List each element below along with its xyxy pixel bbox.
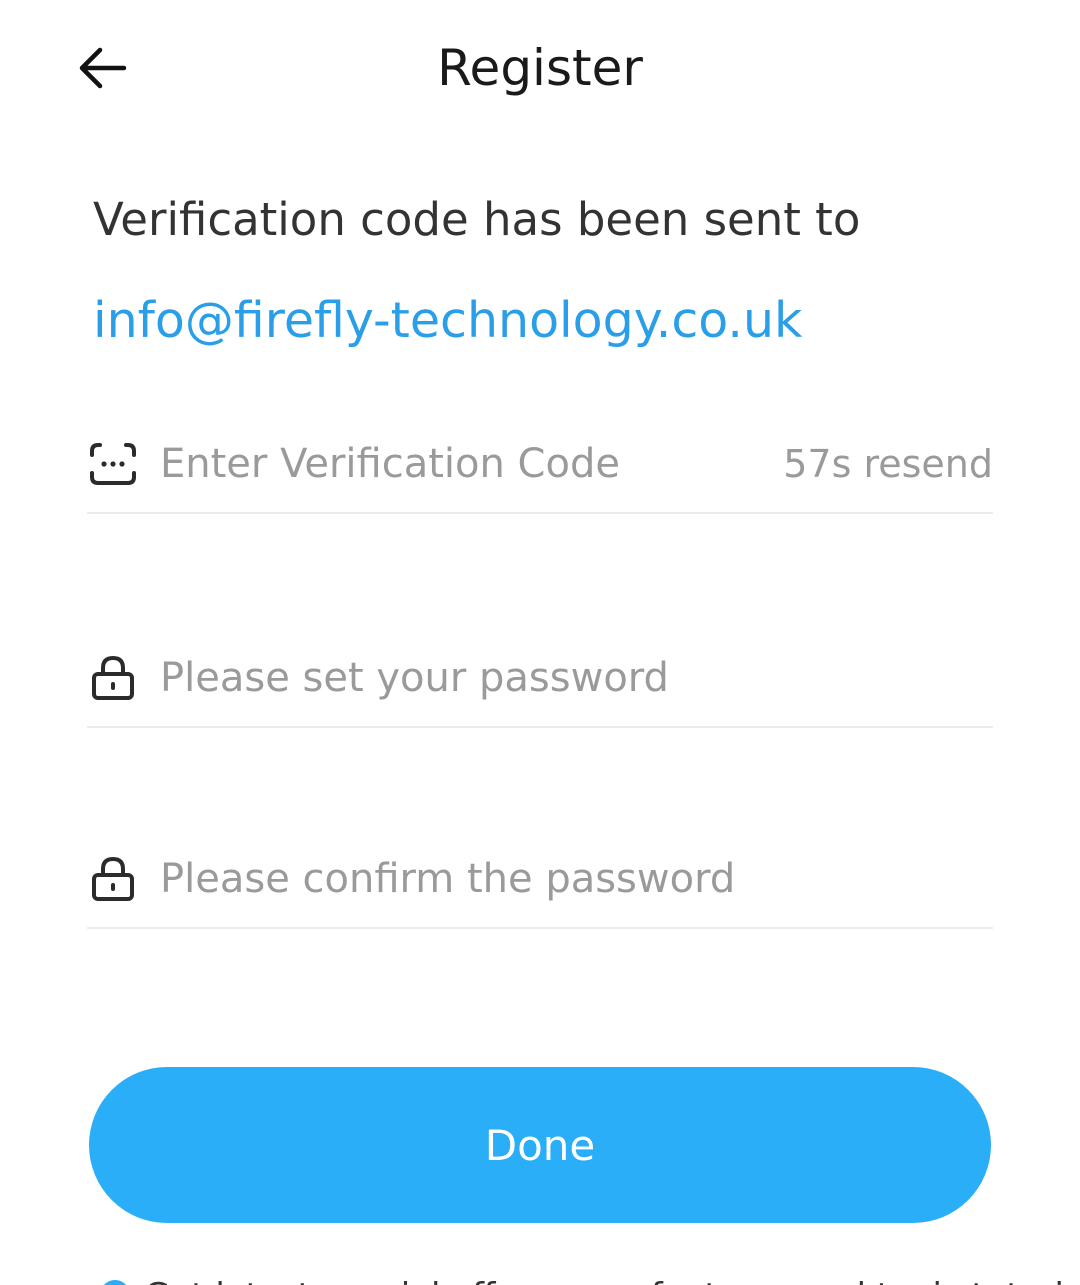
lock-icon [87, 853, 139, 905]
verification-sent-message: Verification code has been sent to [93, 193, 861, 246]
password-input[interactable] [160, 646, 980, 710]
verification-code-input[interactable] [160, 432, 760, 496]
register-screen: Register Verification code has been sent… [0, 0, 1080, 1285]
lock-icon [87, 652, 139, 704]
marketing-opt-in[interactable]: Get latest special offers, new features … [100, 1270, 1080, 1285]
verification-code-field: 57s resend [87, 432, 993, 514]
resend-button[interactable]: 57s resend [783, 432, 993, 496]
password-field [87, 646, 993, 728]
page-title: Register [437, 39, 643, 97]
done-button[interactable]: Done [89, 1067, 991, 1223]
radio-dot-icon[interactable] [100, 1280, 130, 1285]
keypad-icon [87, 438, 139, 490]
marketing-opt-in-label: Get latest special offers, new features … [144, 1276, 1080, 1285]
confirm-password-field [87, 847, 993, 929]
confirm-password-input[interactable] [160, 847, 980, 911]
email-address: info@firefly-technology.co.uk [93, 292, 803, 349]
